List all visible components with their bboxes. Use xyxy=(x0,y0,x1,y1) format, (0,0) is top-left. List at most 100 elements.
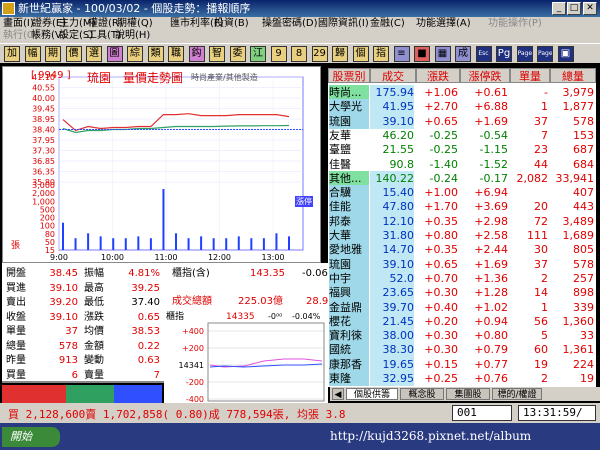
list-row[interactable]: 康那香 19.65 +0.15 +0.77 19 224 xyxy=(328,356,596,373)
menu-item-16[interactable]: 說明(H) xyxy=(115,30,150,42)
toolbar-button-7[interactable]: 類 xyxy=(147,46,164,62)
list-row[interactable]: 佳能 47.80 +1.70 +3.69 20 443 xyxy=(328,199,596,215)
menu-item-9[interactable]: 金融(C) xyxy=(370,18,405,30)
minimize-button[interactable]: _ xyxy=(552,2,566,15)
list-row[interactable]: 中宇 52.0 +0.70 +1.36 2 257 xyxy=(328,270,596,287)
toolbar-button-11[interactable]: 委 xyxy=(229,46,246,62)
maximize-button[interactable]: □ xyxy=(567,2,581,15)
list-row[interactable]: 邦泰 12.10 +0.35 +2.98 72 3,489 xyxy=(328,213,596,230)
toolbar-button-23[interactable]: Esc xyxy=(475,46,492,62)
menu-item-11[interactable]: 功能操作(P) xyxy=(488,18,542,30)
list-header-3[interactable]: 漲停跌 xyxy=(460,68,510,83)
chart-frame xyxy=(58,76,304,251)
stock-list: 股票別 成交 漲跌 漲停跌 單量 總量時尚... 175.94 +1.06 +0.61 - 3,97… xyxy=(328,68,596,387)
stock-price: 21.45 xyxy=(370,313,414,329)
stock-limit-pct: +0.76 xyxy=(474,372,508,385)
list-header-4[interactable]: 單量 xyxy=(510,68,550,83)
list-row[interactable]: 琉園 39.10 +0.65 +1.69 37 578 xyxy=(328,113,596,130)
stock-total-volume: 898 xyxy=(573,286,594,300)
toolbar-button-19[interactable]: ≡ xyxy=(393,46,410,62)
list-row[interactable]: 其他... 140.22 -0.24 -0.17 2,082 33,941 xyxy=(328,170,596,187)
stock-price: 46.20 xyxy=(382,128,415,142)
toolbar-button-13[interactable]: 9 xyxy=(270,46,287,62)
toolbar-button-2[interactable]: 期 xyxy=(45,46,61,62)
list-row[interactable]: 金益鼎 39.70 +0.40 +1.02 1 339 xyxy=(328,299,596,316)
toolbar-button-4[interactable]: 選 xyxy=(86,46,102,62)
stock-unit-volume: 7 xyxy=(541,128,548,142)
list-row[interactable]: 福興 23.65 +0.30 +1.28 14 898 xyxy=(328,285,596,301)
list-row[interactable]: 寶利徠 38.00 +0.30 +0.80 5 33 xyxy=(328,328,596,344)
toolbar-button-8[interactable]: 職 xyxy=(168,46,184,62)
stock-code-input[interactable]: 001 xyxy=(452,405,512,421)
menu-item-8[interactable]: 國際資訊(I) xyxy=(318,18,369,30)
toolbar-button-6[interactable]: 綜 xyxy=(127,46,143,62)
toolbar-button-0[interactable]: 加 xyxy=(4,46,20,62)
list-row[interactable]: 櫻花 21.45 +0.20 +0.94 56 1,360 xyxy=(328,313,596,330)
toolbar-button-14[interactable]: 8 xyxy=(291,46,307,62)
toolbar-button-1[interactable]: 幅 xyxy=(24,46,41,62)
tab-2[interactable]: 集團股 xyxy=(446,388,490,400)
stock-unit-volume: 5 xyxy=(541,329,548,343)
stock-price: 38.00 xyxy=(370,328,414,344)
menu-item-0[interactable]: 畫面(I) xyxy=(3,18,34,30)
toolbar-button-26[interactable]: Page xyxy=(537,46,553,62)
price-tick-label: 37.95 xyxy=(32,136,55,145)
taskbar: 開始 http://kujd3268.pixnet.net/album xyxy=(0,423,600,450)
toolbar-button-27[interactable]: ▣ xyxy=(557,46,574,62)
start-button[interactable]: 開始 xyxy=(2,427,60,447)
toolbar-button-12[interactable]: 江 xyxy=(250,46,266,62)
stock-total-volume: 1,689 xyxy=(562,229,595,242)
toolbar-button-25[interactable]: Page xyxy=(516,46,533,62)
close-button[interactable]: ✕ xyxy=(583,2,597,15)
quote-value-amount: 0.22 xyxy=(137,340,160,352)
toolbar-button-16[interactable]: 歸 xyxy=(332,46,348,62)
quote-label-bid: 買進 xyxy=(6,282,26,294)
menu-item-6[interactable]: 投資(B) xyxy=(214,18,249,30)
tab-1[interactable]: 概念股 xyxy=(400,388,444,400)
menu-item-10[interactable]: 功能選擇(A) xyxy=(416,18,471,30)
toolbar-button-9[interactable]: 鈎 xyxy=(188,46,205,62)
limit-up-badge: 漲停 xyxy=(295,196,313,207)
tab-0[interactable]: 個股供籌 xyxy=(346,388,398,400)
tab-prev-arrow[interactable]: ◀ xyxy=(332,388,344,400)
list-row[interactable]: 臺鹽 21.55 -0.25 -1.15 23 687 xyxy=(328,142,596,158)
toolbar-button-3[interactable]: 價 xyxy=(65,46,82,62)
list-row[interactable]: 愛地雅 14.70 +0.35 +2.44 30 805 xyxy=(328,242,596,258)
stock-change: +0.30 xyxy=(424,343,458,357)
list-row[interactable]: 佳醫 90.8 -1.40 -1.52 44 684 xyxy=(328,157,596,173)
toolbar-button-20[interactable]: ■ xyxy=(414,46,430,62)
time-tick-label: 13:00 xyxy=(261,253,284,262)
list-header-1[interactable]: 成交 xyxy=(370,68,416,83)
toolbar-button-15[interactable]: 29 xyxy=(311,46,328,62)
quote-label-amount: 金額 xyxy=(84,340,104,352)
menu-item-7[interactable]: 操盤密碼(D) xyxy=(262,18,318,30)
stock-change: +1.06 xyxy=(424,86,458,99)
stock-price: 39.10 xyxy=(370,256,414,272)
toolbar-button-17[interactable]: 個 xyxy=(352,46,369,62)
stock-name: 愛地雅 xyxy=(329,242,369,258)
toolbar-button-21[interactable]: ▦ xyxy=(434,46,451,62)
stock-limit-pct: +1.28 xyxy=(474,286,508,300)
list-row[interactable]: 東隆 32.95 +0.25 +0.76 2 19 xyxy=(328,371,596,387)
toolbar-button-10[interactable]: 智 xyxy=(209,46,225,62)
list-header-5[interactable]: 總量 xyxy=(550,68,596,83)
stock-change: +0.35 xyxy=(424,214,458,228)
list-row[interactable]: 國統 38.30 +0.30 +0.79 60 1,361 xyxy=(328,342,596,358)
stock-price: 23.65 xyxy=(370,285,414,301)
list-row[interactable]: 大華 31.80 +0.80 +2.58 111 1,689 xyxy=(328,228,596,244)
toolbar-button-18[interactable]: 指 xyxy=(373,46,389,62)
toolbar-button-22[interactable]: 成 xyxy=(455,46,471,62)
menu-item-4[interactable]: 期權(Q) xyxy=(117,18,153,30)
tab-3[interactable]: 標的/權證 xyxy=(492,388,542,400)
quote-label-unit: 單量 xyxy=(6,326,26,337)
list-row[interactable]: 友華 46.20 -0.25 -0.54 7 153 xyxy=(328,128,596,144)
list-row[interactable]: 合驥 15.40 +1.00 +6.94 407 xyxy=(328,185,596,201)
stock-limit-pct: +6.94 xyxy=(474,186,508,200)
list-row[interactable]: 琉園 39.10 +0.65 +1.69 37 578 xyxy=(328,256,596,273)
toolbar-button-5[interactable]: 圖 xyxy=(106,46,123,62)
list-row[interactable]: 大學光 41.95 +2.70 +6.88 1 1,877 xyxy=(328,99,596,115)
list-row[interactable]: 時尚... 175.94 +1.06 +0.61 - 3,979 xyxy=(328,85,596,101)
toolbar-button-24[interactable]: Pg xyxy=(496,46,512,62)
list-header-2[interactable]: 漲跌 xyxy=(416,68,460,83)
list-header-0[interactable]: 股票別 xyxy=(328,68,370,83)
